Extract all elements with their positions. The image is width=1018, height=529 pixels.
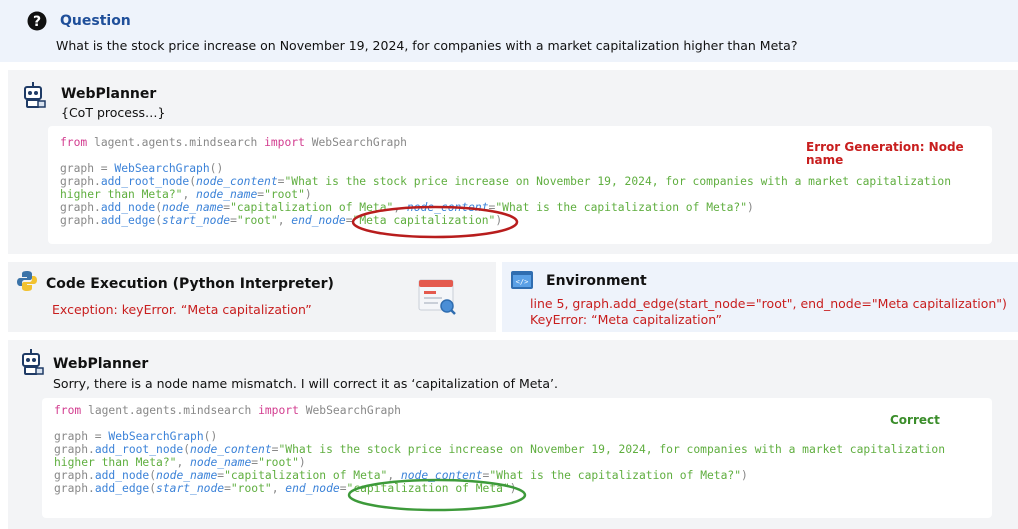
code-line-add-root-cont: higher than Meta?", node_name="root") xyxy=(54,456,306,469)
environment-line-1: line 5, graph.add_edge(start_node="root"… xyxy=(530,296,1007,311)
environment-title: Environment xyxy=(546,273,647,289)
code-line-add-root-cont: higher than Meta?", node_name="root") xyxy=(60,188,312,201)
question-text: What is the stock price increase on Nove… xyxy=(56,38,798,53)
robot-icon xyxy=(22,349,44,375)
error-generation-label: Error Generation: Node name xyxy=(806,140,964,167)
code-line-graph: graph = WebSearchGraph() xyxy=(60,162,224,175)
error-highlight-ellipse xyxy=(351,205,519,239)
code-line-graph: graph = WebSearchGraph() xyxy=(54,430,218,443)
cot-process-text: {CoT process…} xyxy=(61,105,166,120)
environment-line-2: KeyError: “Meta capitalization” xyxy=(530,312,722,327)
webplanner-panel-1: WebPlanner {CoT process…} from lagent.ag… xyxy=(8,70,1018,254)
correct-label: Correct xyxy=(890,413,940,427)
correction-text: Sorry, there is a node name mismatch. I … xyxy=(53,376,558,391)
question-title: Question xyxy=(60,13,131,29)
code-line-import: from lagent.agents.mindsearch import Web… xyxy=(54,404,401,417)
exception-text: Exception: keyError. “Meta capitalizatio… xyxy=(52,302,312,317)
webplanner-title: WebPlanner xyxy=(53,356,149,372)
webplanner-title: WebPlanner xyxy=(61,86,157,102)
robot-icon xyxy=(24,82,46,108)
code-line-add-root: graph.add_root_node(node_content="What i… xyxy=(60,175,952,188)
svg-text:?: ? xyxy=(33,14,41,30)
webplanner-panel-2: WebPlanner Sorry, there is a node name m… xyxy=(8,340,1018,529)
code-execution-title: Code Execution (Python Interpreter) xyxy=(46,276,334,292)
correct-highlight-ellipse xyxy=(347,478,527,512)
code-line-import: from lagent.agents.mindsearch import Web… xyxy=(60,136,407,149)
question-mark-icon: ? xyxy=(27,11,47,31)
code-line-add-root: graph.add_root_node(node_content="What i… xyxy=(54,443,946,456)
error-window-icon xyxy=(418,279,456,315)
svg-text:</>: </> xyxy=(516,278,529,286)
python-logo-icon xyxy=(17,271,37,291)
code-execution-panel: Code Execution (Python Interpreter) Exce… xyxy=(8,262,496,332)
question-panel: ? Question What is the stock price incre… xyxy=(0,0,1018,62)
code-window-icon: </> xyxy=(511,271,533,289)
code-block-error: from lagent.agents.mindsearch import Web… xyxy=(48,126,992,244)
environment-panel: </> Environment line 5, graph.add_edge(s… xyxy=(502,262,1018,332)
